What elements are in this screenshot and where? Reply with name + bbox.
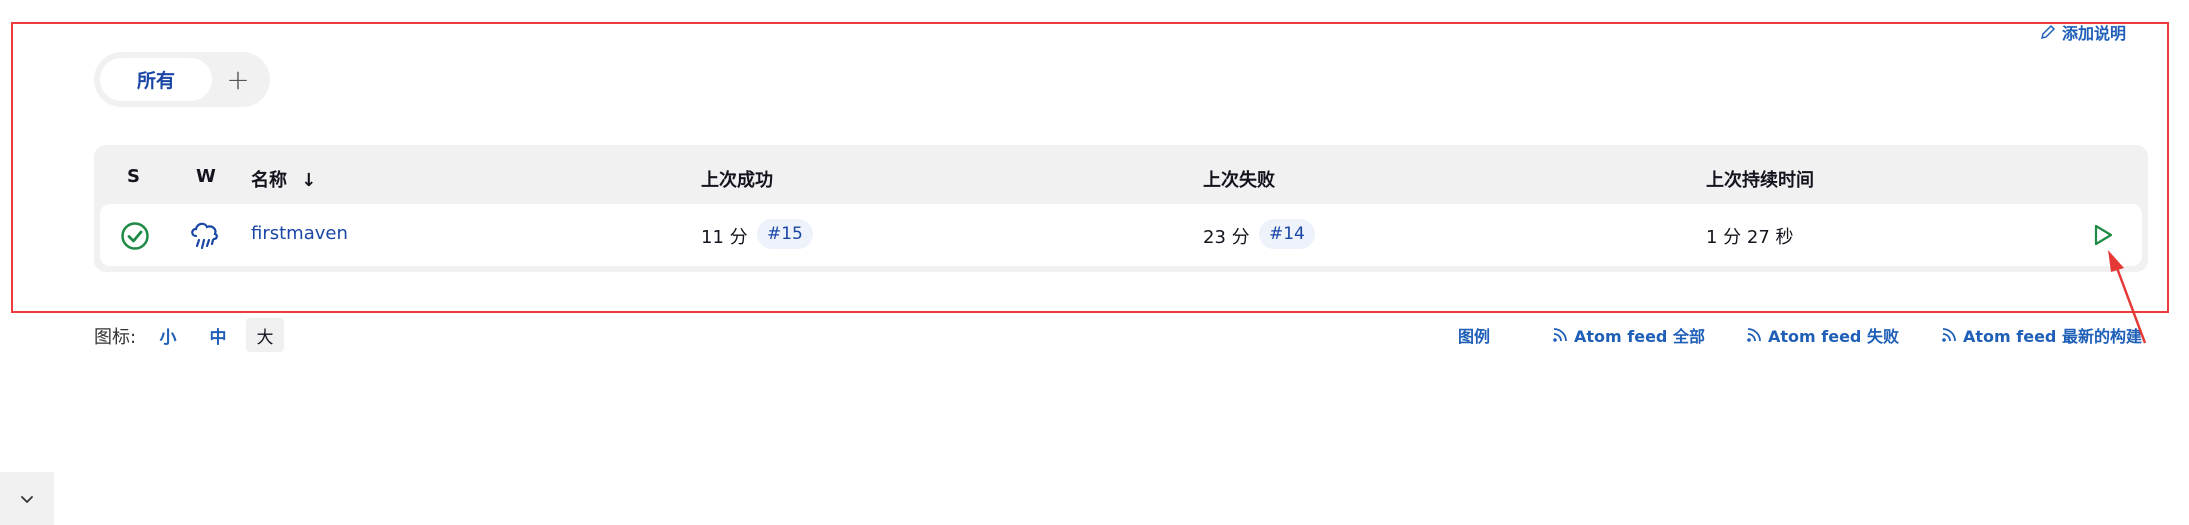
collapse-button[interactable] [0, 472, 54, 525]
atom-feed-failed-link[interactable]: Atom feed 失败 [1746, 323, 1899, 347]
legend-link[interactable]: 图例 [1458, 323, 1490, 347]
atom-feed-all-link[interactable]: Atom feed 全部 [1552, 323, 1705, 347]
annotation-arrow [2108, 250, 2147, 344]
atom-feed-failed-label: Atom feed 失败 [1768, 327, 1899, 346]
rss-icon [1942, 328, 1956, 342]
icon-size-small[interactable]: 小 [154, 318, 182, 352]
highlight-box [11, 22, 2169, 313]
legend-label: 图例 [1458, 327, 1491, 346]
icon-size-medium[interactable]: 中 [204, 318, 232, 352]
rss-icon [1553, 328, 1567, 342]
chevron-down-icon [21, 495, 33, 503]
icon-size-large[interactable]: 大 [246, 318, 284, 352]
atom-feed-all-label: Atom feed 全部 [1574, 327, 1705, 346]
rss-icon [1747, 328, 1761, 342]
icon-size-label: 图标: [94, 327, 137, 348]
